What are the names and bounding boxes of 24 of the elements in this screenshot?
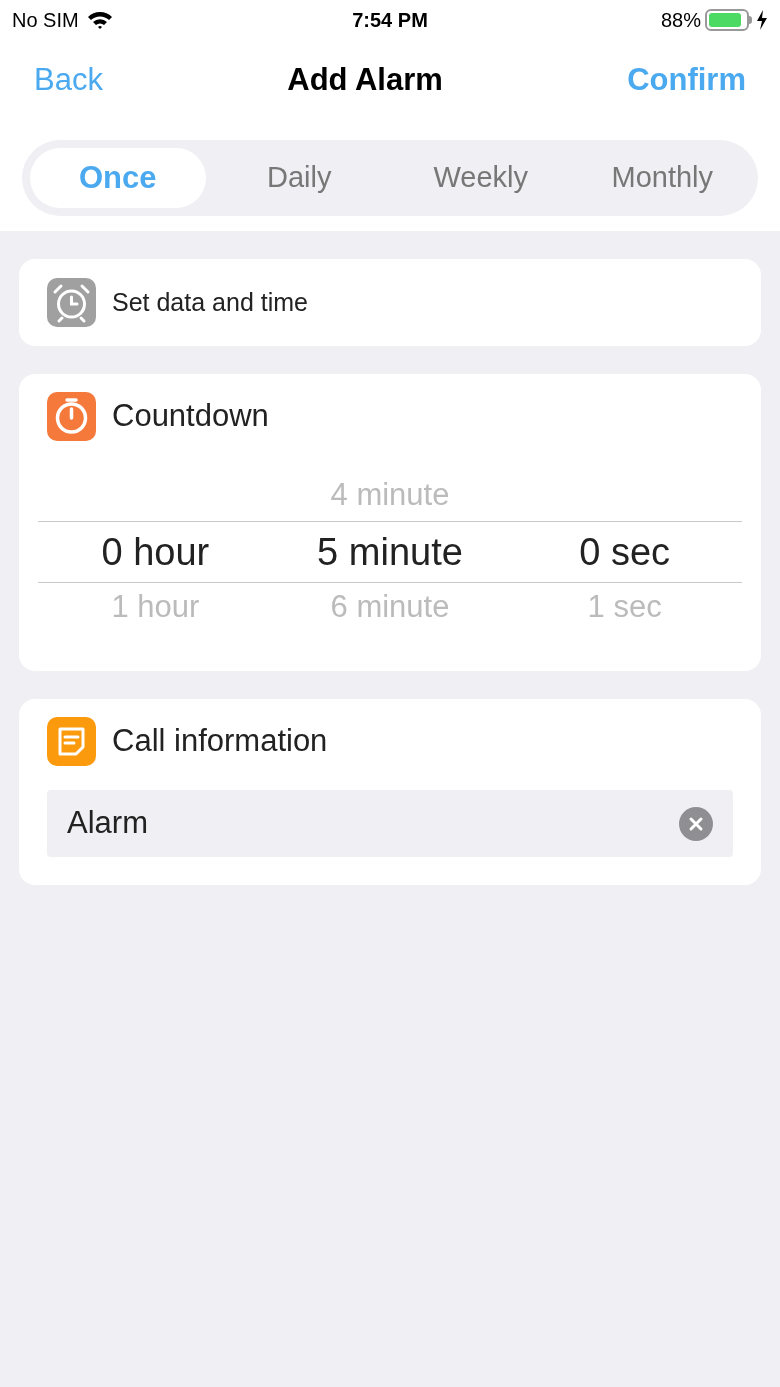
confirm-button[interactable]: Confirm: [627, 56, 746, 104]
battery-percent: 88%: [660, 8, 701, 33]
date-time-label: Set data and time: [112, 286, 308, 318]
frequency-tab[interactable]: Daily: [211, 148, 387, 208]
clock-time: 7:54 PM: [352, 8, 428, 33]
frequency-tab[interactable]: Once: [30, 148, 206, 208]
call-info-title: Call information: [112, 722, 328, 761]
picker-selected-value[interactable]: 0 hour: [101, 523, 210, 581]
frequency-tab[interactable]: Monthly: [574, 148, 750, 208]
wifi-icon: [86, 10, 113, 30]
back-button[interactable]: Back: [34, 56, 103, 104]
carrier-label: No SIM: [12, 8, 79, 33]
picker-selected-value[interactable]: 5 minute: [317, 523, 463, 581]
picker-selected-value[interactable]: 0 sec: [579, 523, 671, 581]
screen-title: Add Alarm: [287, 60, 443, 99]
frequency-tab[interactable]: Weekly: [393, 148, 569, 208]
note-icon: [47, 717, 96, 766]
date-time-card[interactable]: Set data and time: [19, 259, 761, 346]
message-input-field[interactable]: Alarm: [47, 790, 733, 857]
battery-icon: [705, 9, 752, 31]
alarm-clock-icon: [47, 278, 96, 327]
countdown-title: Countdown: [112, 397, 269, 436]
timer-icon: [47, 392, 96, 441]
clear-icon[interactable]: [679, 806, 713, 841]
